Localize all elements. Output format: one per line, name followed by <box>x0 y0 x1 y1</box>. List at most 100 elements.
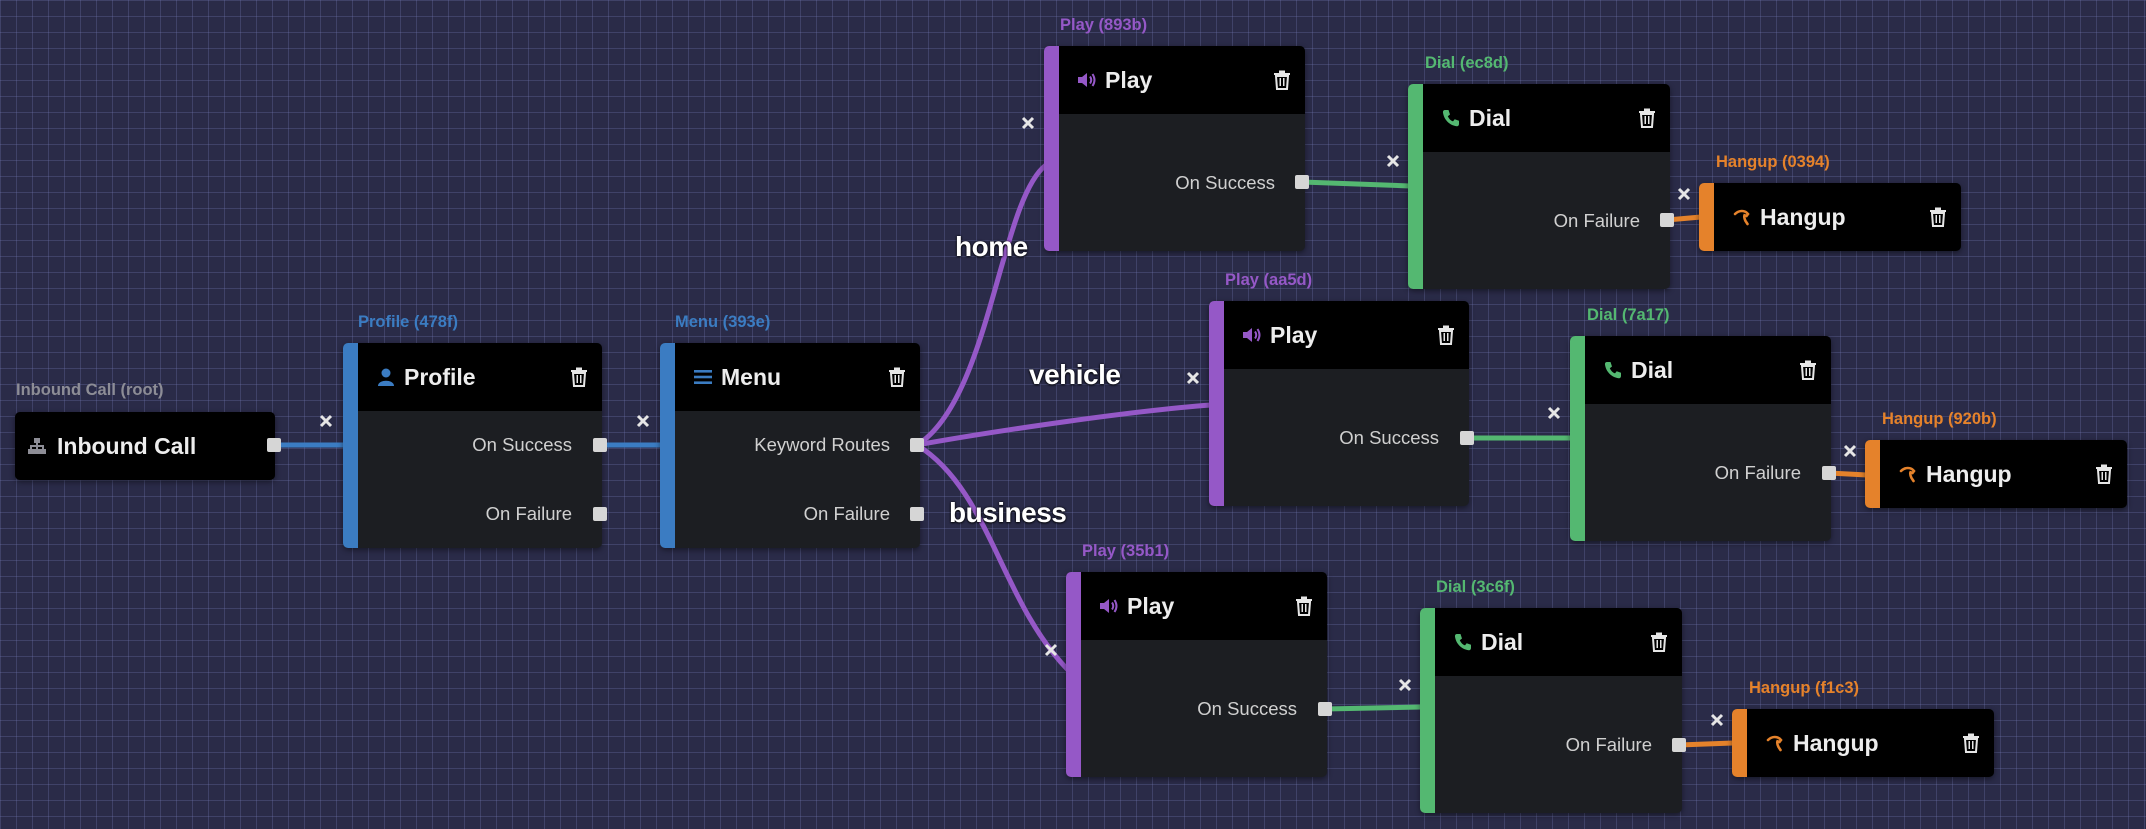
wire-dial3c6f-hangup[interactable] <box>1678 740 1734 748</box>
dial-ec8d-on-failure-port[interactable] <box>1660 213 1674 227</box>
speaker-icon <box>1100 599 1118 613</box>
hangup-icon <box>1733 209 1750 226</box>
dial-3c6f-on-failure-port[interactable] <box>1672 738 1686 752</box>
speaker-icon <box>1243 328 1261 342</box>
trash-icon[interactable] <box>1929 207 1947 227</box>
port-label-on-failure: On Failure <box>1714 462 1801 483</box>
node-title: Play <box>1105 67 1153 93</box>
port-label-on-success: On Success <box>1197 698 1297 719</box>
disconnect-x-icon[interactable] <box>1186 371 1200 385</box>
trash-icon[interactable] <box>1295 596 1313 616</box>
disconnect-x-icon[interactable] <box>636 414 650 428</box>
node-color-bar <box>1044 46 1059 251</box>
phone-icon <box>1604 362 1621 379</box>
node-label-play-893b: Play (893b) <box>1060 16 1148 34</box>
node-color-bar <box>1865 440 1880 508</box>
node-title: Play <box>1270 322 1318 348</box>
speaker-icon <box>1078 73 1096 87</box>
disconnect-x-icon[interactable] <box>1677 187 1691 201</box>
disconnect-x-icon[interactable] <box>1398 678 1412 692</box>
node-color-bar <box>1570 336 1585 541</box>
wire-play35b1-dial[interactable] <box>1324 704 1423 712</box>
inbound-output-port[interactable] <box>267 438 281 452</box>
node-label-menu: Menu (393e) <box>675 313 771 331</box>
phone-icon <box>1454 634 1471 651</box>
node-color-bar <box>1066 572 1081 777</box>
node-label-dial-ec8d: Dial (ec8d) <box>1425 54 1509 72</box>
disconnect-x-icon[interactable] <box>1386 154 1400 168</box>
hangup-node-0394[interactable]: Hangup <box>1699 183 1961 251</box>
node-title: Profile <box>404 364 476 390</box>
node-label-hangup-0394: Hangup (0394) <box>1716 153 1830 171</box>
profile-node[interactable]: Profile On Success On Failure <box>343 343 602 548</box>
node-title: Menu <box>721 364 782 390</box>
node-label-hangup-f1c3: Hangup (f1c3) <box>1749 679 1860 697</box>
node-label-inbound: Inbound Call (root) <box>16 381 164 399</box>
play-aa5d-on-success-port[interactable] <box>1460 431 1474 445</box>
wire-play893b-dial[interactable] <box>1301 179 1411 189</box>
menu-keyword-routes-port[interactable] <box>910 438 924 452</box>
sitemap-icon <box>28 438 46 454</box>
port-label-keyword-routes: Keyword Routes <box>754 434 890 455</box>
play-node-35b1[interactable]: Play On Success <box>1066 572 1327 777</box>
disconnect-x-icon[interactable] <box>1044 643 1058 657</box>
hangup-node-920b[interactable]: Hangup <box>1865 440 2127 508</box>
node-label-hangup-920b: Hangup (920b) <box>1882 410 1997 428</box>
trash-icon[interactable] <box>1962 733 1980 753</box>
port-label-on-failure: On Failure <box>1565 734 1652 755</box>
play-35b1-on-success-port[interactable] <box>1318 702 1332 716</box>
node-color-bar <box>1408 84 1423 289</box>
node-color-bar <box>1420 608 1435 813</box>
route-label-business: business <box>949 497 1067 528</box>
trash-icon[interactable] <box>1799 360 1817 380</box>
profile-on-failure-port[interactable] <box>593 507 607 521</box>
hangup-node-f1c3[interactable]: Hangup <box>1732 709 1994 777</box>
trash-icon[interactable] <box>1638 108 1656 128</box>
node-label-play-35b1: Play (35b1) <box>1082 542 1170 560</box>
menu-node[interactable]: Menu Keyword Routes On Failure <box>660 343 920 548</box>
disconnect-x-icon[interactable] <box>1547 406 1561 420</box>
wire-menu-vehicle[interactable] <box>916 402 1212 448</box>
list-icon <box>694 370 712 384</box>
dial-node-7a17[interactable]: Dial On Failure <box>1570 336 1831 541</box>
menu-on-failure-port[interactable] <box>910 507 924 521</box>
port-label-on-failure: On Failure <box>1553 210 1640 231</box>
node-title: Dial <box>1481 629 1524 655</box>
trash-icon[interactable] <box>1437 325 1455 345</box>
profile-on-success-port[interactable] <box>593 438 607 452</box>
dial-7a17-on-failure-port[interactable] <box>1822 466 1836 480</box>
node-color-bar <box>1209 301 1224 506</box>
node-color-bar <box>1732 709 1747 777</box>
node-color-bar <box>660 343 675 548</box>
node-label-profile: Profile (478f) <box>358 313 458 331</box>
play-893b-on-success-port[interactable] <box>1295 175 1309 189</box>
node-title: Hangup <box>1793 730 1879 756</box>
node-color-bar <box>343 343 358 548</box>
play-node-aa5d[interactable]: Play On Success <box>1209 301 1469 506</box>
wire-menu-business[interactable] <box>915 442 1070 672</box>
hangup-icon <box>1899 466 1916 483</box>
dial-node-3c6f[interactable]: Dial On Failure <box>1420 608 1682 813</box>
node-label-dial-3c6f: Dial (3c6f) <box>1436 578 1515 596</box>
trash-icon[interactable] <box>570 367 588 387</box>
phone-icon <box>1442 110 1459 127</box>
port-label-on-success: On Success <box>472 434 572 455</box>
disconnect-x-icon[interactable] <box>319 414 333 428</box>
port-label-on-failure: On Failure <box>485 503 572 524</box>
trash-icon[interactable] <box>2095 464 2113 484</box>
port-label-on-failure: On Failure <box>803 503 890 524</box>
port-label-on-success: On Success <box>1339 427 1439 448</box>
trash-icon[interactable] <box>888 367 906 387</box>
trash-icon[interactable] <box>1650 632 1668 652</box>
dial-node-ec8d[interactable]: Dial On Failure <box>1408 84 1670 289</box>
inbound-call-node[interactable]: Inbound Call <box>15 412 275 480</box>
wire-menu-home[interactable] <box>915 163 1048 448</box>
node-title: Inbound Call <box>57 433 197 459</box>
disconnect-x-icon[interactable] <box>1843 444 1857 458</box>
disconnect-x-icon[interactable] <box>1710 713 1724 727</box>
node-title: Dial <box>1469 105 1512 131</box>
disconnect-x-icon[interactable] <box>1021 116 1035 130</box>
play-node-893b[interactable]: Play On Success <box>1044 46 1305 251</box>
node-color-bar <box>1699 183 1714 251</box>
trash-icon[interactable] <box>1273 70 1291 90</box>
